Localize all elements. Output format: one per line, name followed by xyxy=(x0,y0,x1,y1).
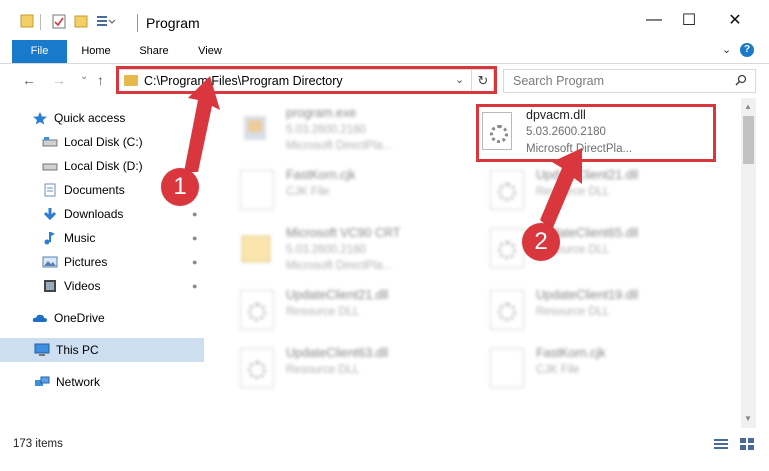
file-item[interactable]: UpdateClient19.dll Resource DLL xyxy=(476,280,716,338)
dll-icon xyxy=(490,290,524,330)
search-placeholder: Search Program xyxy=(513,74,605,88)
star-icon xyxy=(33,112,47,125)
back-button[interactable]: ← xyxy=(22,72,36,88)
sidebar-item-label: Quick access xyxy=(54,111,126,125)
title-separator xyxy=(137,14,138,32)
qa-separator xyxy=(40,14,41,30)
file-item[interactable]: FastKorn.cjk CJK File xyxy=(476,338,716,396)
document-icon xyxy=(490,348,524,388)
up-button[interactable]: ↑ xyxy=(97,72,104,88)
file-item[interactable]: FastKorn.cjk CJK File xyxy=(226,160,466,218)
sidebar-item-label: Pictures xyxy=(64,255,108,269)
pictures-icon xyxy=(42,256,58,268)
dll-icon xyxy=(490,170,524,210)
document-icon xyxy=(240,170,274,210)
maximize-button[interactable]: ☐ xyxy=(666,0,712,40)
exe-icon xyxy=(244,116,266,140)
sidebar-item-label: Downloads xyxy=(64,207,124,221)
sidebar-item-label: Network xyxy=(56,375,101,389)
pin-icon: ● xyxy=(192,257,198,267)
details-view-icon[interactable] xyxy=(714,438,728,450)
ribbon-tabs: File Home Share View ⌄ ? xyxy=(0,40,769,64)
sidebar-item-label: Documents xyxy=(64,183,125,197)
videos-icon xyxy=(44,280,56,292)
scroll-up-arrow-icon[interactable]: ▲ xyxy=(744,102,752,111)
ribbon-collapse-button[interactable]: ⌄ xyxy=(722,43,731,56)
scroll-down-arrow-icon[interactable]: ▼ xyxy=(744,414,752,423)
pin-icon: ● xyxy=(192,233,198,243)
customize-toolbar-icon[interactable] xyxy=(96,14,116,28)
address-highlight-box xyxy=(116,66,497,94)
network-icon xyxy=(35,376,50,386)
help-icon[interactable]: ? xyxy=(740,43,754,57)
file-item[interactable]: UpdateClient21.dll Resource DLL xyxy=(226,280,466,338)
dll-icon xyxy=(490,228,524,268)
window-title: Program xyxy=(146,15,200,31)
sidebar-item-label: OneDrive xyxy=(54,311,105,325)
sidebar-item-this-pc[interactable]: This PC xyxy=(0,338,204,362)
item-count: 173 items xyxy=(13,438,63,450)
dll-icon xyxy=(240,348,274,388)
file-item[interactable]: UpdateClient63.dll Resource DLL xyxy=(226,338,466,396)
tab-file[interactable]: File xyxy=(12,40,67,63)
downloads-icon xyxy=(43,208,57,221)
pc-icon xyxy=(34,343,50,356)
dll-icon xyxy=(240,290,274,330)
scroll-thumb[interactable] xyxy=(743,116,754,164)
sidebar-item-label: Local Disk (C:) xyxy=(64,135,143,149)
forward-button[interactable]: → xyxy=(52,72,66,88)
file-item[interactable]: program.exe 5.03.2600.2180 Microsoft Dir… xyxy=(226,98,466,156)
recent-locations-button[interactable]: ⌄ xyxy=(80,71,88,82)
sidebar-item-label: Local Disk (D:) xyxy=(64,159,143,173)
callout-arrow-1 xyxy=(184,76,220,172)
status-bar: 173 items xyxy=(0,428,769,471)
music-icon xyxy=(44,232,55,245)
pin-icon: ● xyxy=(192,209,198,219)
file-item[interactable]: Microsoft VC90 CRT 5.03.2600.2180 Micros… xyxy=(226,218,466,276)
file-highlight-box xyxy=(476,104,716,162)
sidebar-item-network[interactable]: Network xyxy=(34,370,238,394)
new-folder-icon[interactable] xyxy=(74,14,88,28)
properties-icon[interactable] xyxy=(52,14,66,29)
folder-icon[interactable] xyxy=(20,14,34,28)
file-item[interactable]: UpdateClient21.dll Resource DLL xyxy=(476,160,716,218)
cloud-icon xyxy=(32,314,47,322)
tab-share[interactable]: Share xyxy=(130,40,178,63)
callout-arrow-2 xyxy=(540,148,582,230)
vertical-scrollbar[interactable]: ▲ ▼ xyxy=(741,98,756,428)
folder-icon xyxy=(241,235,271,263)
callout-badge-2: 2 xyxy=(522,223,560,261)
sidebar-item-label: Videos xyxy=(64,279,101,293)
sidebar-item-label: Music xyxy=(64,231,96,245)
drive-icon xyxy=(42,163,58,171)
close-button[interactable]: ✕ xyxy=(712,0,758,40)
search-box[interactable]: Search Program xyxy=(503,69,756,93)
tab-view[interactable]: View xyxy=(186,40,234,63)
pin-icon: ● xyxy=(192,281,198,291)
search-icon[interactable] xyxy=(735,74,747,86)
documents-icon xyxy=(44,183,56,197)
drive-icon xyxy=(42,137,58,147)
file-item[interactable]: UpdateClient65.dll Resource DLL xyxy=(476,218,716,276)
callout-badge-1: 1 xyxy=(161,168,199,206)
title-bar: Program — ☐ ✕ xyxy=(0,0,769,40)
tab-home[interactable]: Home xyxy=(72,40,120,63)
sidebar-item-label: This PC xyxy=(56,343,99,357)
large-icons-view-icon[interactable] xyxy=(740,438,754,450)
sidebar-item-onedrive[interactable]: OneDrive xyxy=(32,306,236,330)
